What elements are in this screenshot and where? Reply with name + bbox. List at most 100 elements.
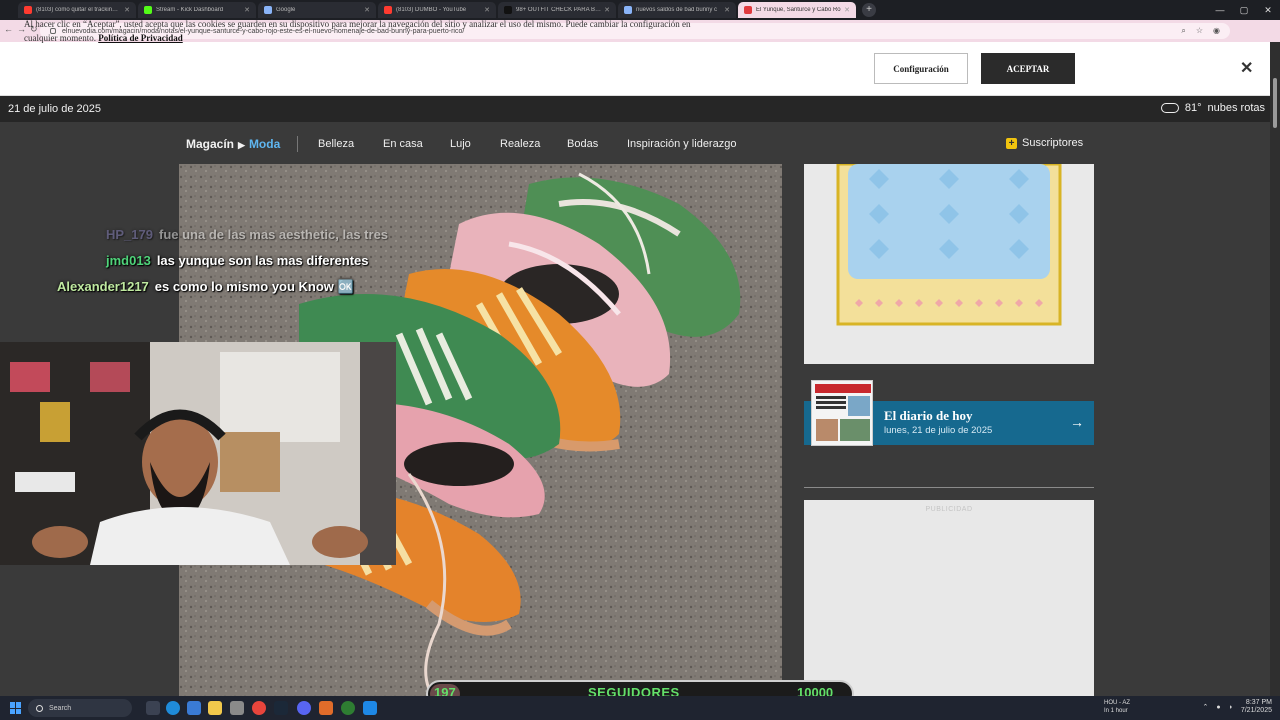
kick-icon xyxy=(144,6,152,14)
chrome-icon[interactable] xyxy=(252,701,266,715)
sidebar-divider xyxy=(804,487,1094,488)
breadcrumb-arrow-icon: ▶ xyxy=(238,140,245,150)
speaker-icon[interactable]: ◗ xyxy=(1229,704,1233,711)
chat-text: las yunque son las mas diferentes xyxy=(156,253,369,268)
browser-tab[interactable]: 98+ OUTFIT CHECK PARA BAD ✕ xyxy=(498,2,616,18)
discord-icon[interactable] xyxy=(297,701,311,715)
close-tab-icon[interactable]: ✕ xyxy=(364,6,370,14)
notepad-icon[interactable] xyxy=(363,701,377,715)
chat-username: HP_179 xyxy=(106,227,153,242)
close-tab-icon[interactable]: ✕ xyxy=(844,6,850,14)
file-explorer-icon[interactable] xyxy=(208,701,222,715)
diario-date: lunes, 21 de julio de 2025 xyxy=(884,425,993,436)
bookmark-star-icon[interactable]: ☆ xyxy=(1196,26,1203,36)
breadcrumb: Magacín ▶ Moda xyxy=(186,137,280,151)
nav-item-belleza[interactable]: Belleza xyxy=(318,138,354,150)
tray-chevron-icon[interactable]: ⌃ xyxy=(1203,703,1209,711)
edge-icon[interactable] xyxy=(166,701,180,715)
store-icon[interactable] xyxy=(230,701,244,715)
nav-item-en-casa[interactable]: En casa xyxy=(383,138,423,150)
cookie-text: Al hacer clic en “Aceptar”, usted acepta… xyxy=(24,19,691,43)
subscribers-label: Suscriptores xyxy=(1022,137,1084,149)
task-view-icon[interactable] xyxy=(146,701,160,715)
app-icon[interactable] xyxy=(341,701,355,715)
webcam-feed xyxy=(0,342,396,565)
maximize-icon[interactable]: ▢ xyxy=(1232,0,1256,20)
bottom-ad[interactable] xyxy=(804,500,1094,696)
minimize-icon[interactable]: — xyxy=(1208,0,1232,20)
microphone-icon[interactable]: ● xyxy=(1216,704,1220,711)
nav-item-realeza[interactable]: Realeza xyxy=(500,138,540,150)
taskbar-search[interactable]: Search xyxy=(28,699,132,717)
windows-start-icon[interactable] xyxy=(10,702,22,714)
close-tab-icon[interactable]: ✕ xyxy=(244,6,250,14)
cloud-icon xyxy=(1160,103,1179,113)
tray-weather[interactable]: HOU - AZ In 1 hour xyxy=(1104,699,1130,715)
page-scrollbar[interactable] xyxy=(1270,42,1280,696)
subscribers-link[interactable]: + Suscriptores xyxy=(1006,137,1083,149)
current-date: 21 de julio de 2025 xyxy=(8,103,101,115)
cookie-config-button[interactable]: Configuración xyxy=(874,53,968,84)
youtube-icon xyxy=(24,6,32,14)
google-icon xyxy=(264,6,272,14)
plus-icon: + xyxy=(1006,137,1017,149)
new-tab-button[interactable]: + xyxy=(862,3,876,17)
search-label: Search xyxy=(49,704,72,712)
chat-text: es como lo mismo you Know 🆗 xyxy=(154,279,354,294)
google-icon xyxy=(624,6,632,14)
privacy-policy-link[interactable]: Política de Privacidad xyxy=(98,33,183,43)
arrow-right-icon[interactable]: → xyxy=(1070,414,1084,430)
section-link[interactable]: Moda xyxy=(249,137,280,151)
date-weather-bar: 21 de julio de 2025 81° nubes rotas xyxy=(0,96,1280,122)
close-tab-icon[interactable]: ✕ xyxy=(124,6,130,14)
close-tab-icon[interactable]: ✕ xyxy=(724,6,730,14)
system-clock[interactable]: 8:37 PM 7/21/2025 xyxy=(1241,699,1272,715)
browser-tab[interactable]: Google ✕ xyxy=(258,2,376,18)
chat-message: jmd013 las yunque son las mas diferentes xyxy=(106,253,369,268)
browser-tab-active[interactable]: El Yunque, Santurce y Cabo Ro ✕ xyxy=(738,2,856,18)
scrollbar-thumb[interactable] xyxy=(1273,78,1277,128)
newspaper-thumbnail[interactable] xyxy=(811,380,873,446)
newspaper-icon xyxy=(815,384,871,441)
close-tab-icon[interactable]: ✕ xyxy=(484,6,490,14)
taskbar: Search HOU - AZ In 1 hour ⌃ ● ◗ 8:37 PM … xyxy=(0,696,1280,720)
diario-title: El diario de hoy xyxy=(884,408,973,423)
system-tray: ⌃ ● ◗ 8:37 PM 7/21/2025 xyxy=(1203,699,1273,715)
chat-username: Alexander1217 xyxy=(57,279,149,294)
browser-tab[interactable]: nuevos saldos de bad bunny c ✕ xyxy=(618,2,736,18)
nav-divider xyxy=(297,136,298,152)
webcam-overlay xyxy=(0,342,396,565)
search-icon xyxy=(36,704,43,712)
profile-icon[interactable]: ◉ xyxy=(1213,26,1220,36)
nav-item-bodas[interactable]: Bodas xyxy=(567,138,598,150)
chat-username: jmd013 xyxy=(106,253,151,268)
zoom-icon[interactable]: ⌕ xyxy=(1181,26,1185,36)
nav-item-inspiracion[interactable]: Inspiración y liderazgo xyxy=(627,138,736,150)
back-icon[interactable]: ← xyxy=(4,24,13,35)
close-window-icon[interactable]: ✕ xyxy=(1256,0,1280,20)
weather-widget: 81° nubes rotas xyxy=(1160,102,1265,114)
ad-label: PUBLICIDAD xyxy=(925,506,973,513)
chat-text: fue una de las mas aesthetic, las tres xyxy=(158,227,389,242)
cookie-accept-button[interactable]: ACEPTAR xyxy=(981,53,1075,84)
browser-tab[interactable]: (8103) DUMBO - YouTube ✕ xyxy=(378,2,496,18)
top-ad[interactable] xyxy=(804,162,1094,364)
close-tab-icon[interactable]: ✕ xyxy=(604,6,610,14)
cookie-banner xyxy=(0,42,1280,96)
widgets-icon[interactable] xyxy=(187,701,201,715)
weather-condition: nubes rotas xyxy=(1207,102,1265,114)
browser-tab[interactable]: Stream - Kick Dashboard ✕ xyxy=(138,2,256,18)
browser-tab[interactable]: (8103) como quitar el tracking ta ✕ xyxy=(18,2,136,18)
url-actions: ⌕ ☆ ◉ xyxy=(1181,26,1220,36)
elnuevodia-icon xyxy=(744,6,752,14)
youtube-icon xyxy=(384,6,392,14)
window-controls: — ▢ ✕ xyxy=(1208,0,1280,20)
brand-link[interactable]: Magacín xyxy=(186,137,234,151)
steam-icon[interactable] xyxy=(274,701,288,715)
site-nav: Magacín ▶ Moda Belleza En casa Lujo Realez… xyxy=(0,122,1280,164)
chat-message: Alexander1217 es como lo mismo you Know 🆗 xyxy=(57,279,354,295)
chat-message: HP_179 fue una de las mas aesthetic, las … xyxy=(106,227,388,242)
obs-icon[interactable] xyxy=(319,701,333,715)
nav-item-lujo[interactable]: Lujo xyxy=(450,138,471,150)
cookie-close-icon[interactable]: ✕ xyxy=(1240,58,1253,78)
